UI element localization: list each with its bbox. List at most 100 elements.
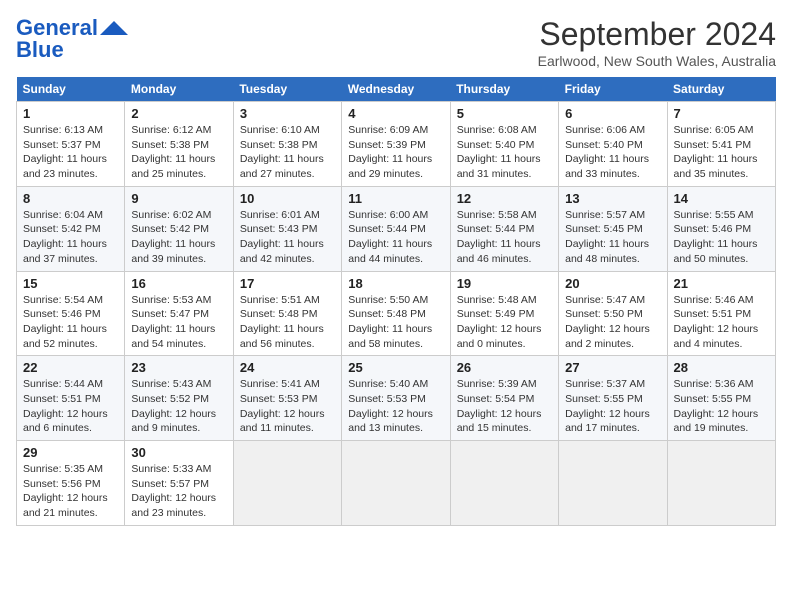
calendar-cell: 18 Sunrise: 5:50 AMSunset: 5:48 PMDayligh… — [342, 271, 450, 356]
day-detail: Sunrise: 5:46 AMSunset: 5:51 PMDaylight:… — [674, 293, 769, 352]
logo: General Blue — [16, 16, 128, 62]
day-number: 9 — [131, 191, 226, 206]
day-detail: Sunrise: 6:08 AMSunset: 5:40 PMDaylight:… — [457, 123, 552, 182]
logo-icon — [100, 21, 128, 35]
day-detail: Sunrise: 5:48 AMSunset: 5:49 PMDaylight:… — [457, 293, 552, 352]
day-detail: Sunrise: 5:50 AMSunset: 5:48 PMDaylight:… — [348, 293, 443, 352]
day-number: 15 — [23, 276, 118, 291]
calendar-cell: 22 Sunrise: 5:44 AMSunset: 5:51 PMDayligh… — [17, 356, 125, 441]
week-row-3: 15 Sunrise: 5:54 AMSunset: 5:46 PMDayligh… — [17, 271, 776, 356]
day-number: 25 — [348, 360, 443, 375]
day-detail: Sunrise: 5:41 AMSunset: 5:53 PMDaylight:… — [240, 377, 335, 436]
calendar-cell: 17 Sunrise: 5:51 AMSunset: 5:48 PMDayligh… — [233, 271, 341, 356]
week-row-4: 22 Sunrise: 5:44 AMSunset: 5:51 PMDayligh… — [17, 356, 776, 441]
day-number: 26 — [457, 360, 552, 375]
day-number: 13 — [565, 191, 660, 206]
calendar-cell: 5 Sunrise: 6:08 AMSunset: 5:40 PMDaylight… — [450, 102, 558, 187]
day-number: 27 — [565, 360, 660, 375]
col-header-friday: Friday — [559, 77, 667, 102]
day-detail: Sunrise: 5:55 AMSunset: 5:46 PMDaylight:… — [674, 208, 769, 267]
col-header-sunday: Sunday — [17, 77, 125, 102]
calendar-cell: 11 Sunrise: 6:00 AMSunset: 5:44 PMDayligh… — [342, 186, 450, 271]
calendar-cell: 8 Sunrise: 6:04 AMSunset: 5:42 PMDaylight… — [17, 186, 125, 271]
calendar-cell: 20 Sunrise: 5:47 AMSunset: 5:50 PMDayligh… — [559, 271, 667, 356]
calendar-table: SundayMondayTuesdayWednesdayThursdayFrid… — [16, 77, 776, 526]
calendar-cell: 9 Sunrise: 6:02 AMSunset: 5:42 PMDaylight… — [125, 186, 233, 271]
day-number: 18 — [348, 276, 443, 291]
calendar-cell: 16Sunrise: 5:53 AMSunset: 5:47 PMDayligh… — [125, 271, 233, 356]
col-header-monday: Monday — [125, 77, 233, 102]
day-number: 17 — [240, 276, 335, 291]
logo-blue-text: Blue — [16, 38, 64, 62]
calendar-cell: 21Sunrise: 5:46 AMSunset: 5:51 PMDayligh… — [667, 271, 775, 356]
day-detail: Sunrise: 5:44 AMSunset: 5:51 PMDaylight:… — [23, 377, 118, 436]
calendar-cell: 7 Sunrise: 6:05 AMSunset: 5:41 PMDaylight… — [667, 102, 775, 187]
day-number: 8 — [23, 191, 118, 206]
day-number: 4 — [348, 106, 443, 121]
day-detail: Sunrise: 5:57 AMSunset: 5:45 PMDaylight:… — [565, 208, 660, 267]
calendar-cell: 23Sunrise: 5:43 AMSunset: 5:52 PMDayligh… — [125, 356, 233, 441]
month-title: September 2024 — [538, 16, 776, 53]
day-detail: Sunrise: 6:00 AMSunset: 5:44 PMDaylight:… — [348, 208, 443, 267]
day-detail: Sunrise: 6:01 AMSunset: 5:43 PMDaylight:… — [240, 208, 335, 267]
day-number: 10 — [240, 191, 335, 206]
calendar-cell: 2 Sunrise: 6:12 AMSunset: 5:38 PMDaylight… — [125, 102, 233, 187]
day-detail: Sunrise: 5:47 AMSunset: 5:50 PMDaylight:… — [565, 293, 660, 352]
day-number: 6 — [565, 106, 660, 121]
day-number: 24 — [240, 360, 335, 375]
calendar-cell: 27 Sunrise: 5:37 AMSunset: 5:55 PMDayligh… — [559, 356, 667, 441]
day-detail: Sunrise: 6:02 AMSunset: 5:42 PMDaylight:… — [131, 208, 226, 267]
day-number: 5 — [457, 106, 552, 121]
day-detail: Sunrise: 5:51 AMSunset: 5:48 PMDaylight:… — [240, 293, 335, 352]
title-area: September 2024 Earlwood, New South Wales… — [538, 16, 776, 69]
day-detail: Sunrise: 6:12 AMSunset: 5:38 PMDaylight:… — [131, 123, 226, 182]
day-number: 28 — [674, 360, 769, 375]
day-detail: Sunrise: 6:05 AMSunset: 5:41 PMDaylight:… — [674, 123, 769, 182]
calendar-cell: 24 Sunrise: 5:41 AMSunset: 5:53 PMDayligh… — [233, 356, 341, 441]
day-number: 11 — [348, 191, 443, 206]
day-detail: Sunrise: 6:04 AMSunset: 5:42 PMDaylight:… — [23, 208, 118, 267]
calendar-cell: 25 Sunrise: 5:40 AMSunset: 5:53 PMDayligh… — [342, 356, 450, 441]
day-number: 1 — [23, 106, 118, 121]
calendar-cell — [667, 441, 775, 526]
day-number: 2 — [131, 106, 226, 121]
day-number: 22 — [23, 360, 118, 375]
col-header-wednesday: Wednesday — [342, 77, 450, 102]
day-number: 20 — [565, 276, 660, 291]
day-number: 30 — [131, 445, 226, 460]
day-number: 3 — [240, 106, 335, 121]
week-row-5: 29 Sunrise: 5:35 AMSunset: 5:56 PMDayligh… — [17, 441, 776, 526]
day-detail: Sunrise: 5:54 AMSunset: 5:46 PMDaylight:… — [23, 293, 118, 352]
day-detail: Sunrise: 6:10 AMSunset: 5:38 PMDaylight:… — [240, 123, 335, 182]
week-row-1: 1 Sunrise: 6:13 AMSunset: 5:37 PMDaylight… — [17, 102, 776, 187]
calendar-cell — [233, 441, 341, 526]
calendar-cell: 4 Sunrise: 6:09 AMSunset: 5:39 PMDaylight… — [342, 102, 450, 187]
day-detail: Sunrise: 5:40 AMSunset: 5:53 PMDaylight:… — [348, 377, 443, 436]
day-detail: Sunrise: 5:39 AMSunset: 5:54 PMDaylight:… — [457, 377, 552, 436]
day-number: 12 — [457, 191, 552, 206]
calendar-cell — [342, 441, 450, 526]
day-detail: Sunrise: 6:09 AMSunset: 5:39 PMDaylight:… — [348, 123, 443, 182]
day-detail: Sunrise: 5:58 AMSunset: 5:44 PMDaylight:… — [457, 208, 552, 267]
day-detail: Sunrise: 5:35 AMSunset: 5:56 PMDaylight:… — [23, 462, 118, 521]
calendar-cell: 13 Sunrise: 5:57 AMSunset: 5:45 PMDayligh… — [559, 186, 667, 271]
header-row: SundayMondayTuesdayWednesdayThursdayFrid… — [17, 77, 776, 102]
col-header-thursday: Thursday — [450, 77, 558, 102]
day-number: 14 — [674, 191, 769, 206]
week-row-2: 8 Sunrise: 6:04 AMSunset: 5:42 PMDaylight… — [17, 186, 776, 271]
day-detail: Sunrise: 5:37 AMSunset: 5:55 PMDaylight:… — [565, 377, 660, 436]
day-number: 16 — [131, 276, 226, 291]
day-detail: Sunrise: 6:06 AMSunset: 5:40 PMDaylight:… — [565, 123, 660, 182]
day-number: 29 — [23, 445, 118, 460]
calendar-cell: 28 Sunrise: 5:36 AMSunset: 5:55 PMDayligh… — [667, 356, 775, 441]
day-detail: Sunrise: 5:33 AMSunset: 5:57 PMDaylight:… — [131, 462, 226, 521]
day-number: 7 — [674, 106, 769, 121]
col-header-tuesday: Tuesday — [233, 77, 341, 102]
calendar-cell: 30 Sunrise: 5:33 AMSunset: 5:57 PMDayligh… — [125, 441, 233, 526]
calendar-cell: 29 Sunrise: 5:35 AMSunset: 5:56 PMDayligh… — [17, 441, 125, 526]
day-detail: Sunrise: 6:13 AMSunset: 5:37 PMDaylight:… — [23, 123, 118, 182]
calendar-cell: 26 Sunrise: 5:39 AMSunset: 5:54 PMDayligh… — [450, 356, 558, 441]
location: Earlwood, New South Wales, Australia — [538, 53, 776, 69]
calendar-cell: 15 Sunrise: 5:54 AMSunset: 5:46 PMDayligh… — [17, 271, 125, 356]
day-detail: Sunrise: 5:36 AMSunset: 5:55 PMDaylight:… — [674, 377, 769, 436]
